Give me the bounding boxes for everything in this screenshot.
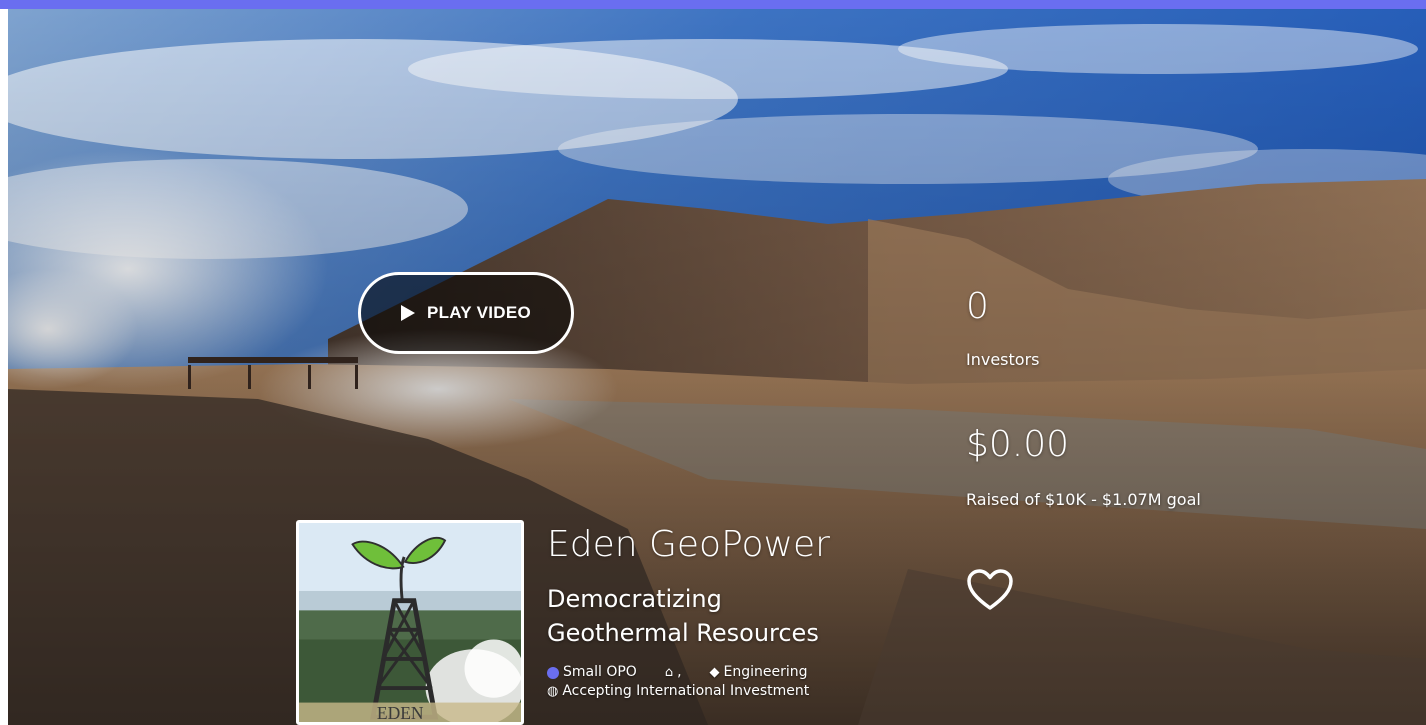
meta-row-international: ◍ Accepting International Investment [547, 682, 809, 701]
globe-icon: ◍ [547, 684, 559, 699]
svg-text:EDEN: EDEN [377, 703, 424, 722]
play-icon [400, 305, 415, 321]
investors-label: Investors [966, 350, 1040, 369]
raised-goal-label: Raised of $10K - $1.07M goal [966, 490, 1201, 509]
investors-count: 0 [966, 286, 989, 327]
company-logo: EDEN [296, 520, 524, 725]
location-text: , [677, 664, 682, 680]
company-meta: Small OPO ⌂ , ◆ Engineering ◍ Accepting … [547, 663, 809, 701]
favorite-heart-icon[interactable] [966, 568, 1014, 612]
home-icon: ⌂ [664, 665, 674, 680]
category-text[interactable]: Engineering [724, 663, 808, 682]
offering-type: Small OPO [563, 664, 637, 680]
company-name[interactable]: Eden GeoPower [547, 524, 830, 565]
dot-icon [547, 666, 559, 679]
international-text: Accepting International Investment [562, 683, 810, 699]
tagline-line-1: Democratizing [547, 585, 722, 613]
tagline-line-2: Geothermal Resources [547, 619, 819, 647]
tag-icon: ◆ [709, 665, 720, 680]
play-video-button[interactable]: PLAY VIDEO [358, 272, 574, 354]
play-video-label: PLAY VIDEO [426, 303, 532, 322]
company-tagline: Democratizing Geothermal Resources [547, 582, 819, 650]
meta-row-primary: Small OPO ⌂ , ◆ Engineering [547, 663, 809, 682]
hero-banner: PLAY VIDEO 0 Investors $0.00 Raised of $… [8, 9, 1426, 725]
top-accent-bar [0, 0, 1426, 9]
raised-amount: $0.00 [966, 424, 1070, 465]
